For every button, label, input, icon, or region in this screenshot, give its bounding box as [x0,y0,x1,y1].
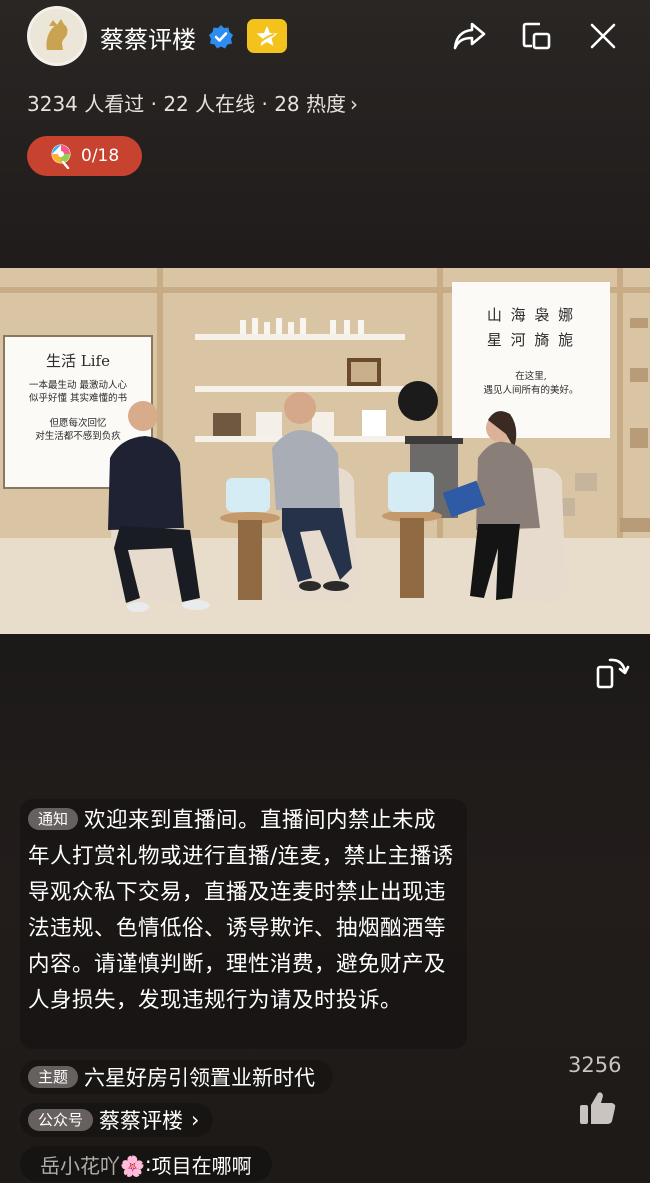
notice-body: 通知 欢迎来到直播间。直播间内禁止未成年人打赏礼物或进行直播/连麦，禁止主播诱导观… [28,803,458,1019]
right-board-line2: 遇见人间所有的美好。 [483,385,579,396]
live-header: 蔡蔡评楼 [0,0,650,72]
right-board-title2: 星 河 旖 旎 [486,331,576,349]
host-name[interactable]: 蔡蔡评楼 [100,20,196,55]
comment-item[interactable]: 岳小花吖🌸 : 项目在哪啊 [20,1146,272,1182]
rotate-screen-icon[interactable] [594,654,630,690]
stats-chevron-icon: › [350,92,359,116]
close-icon [590,23,616,49]
live-stats[interactable]: 3234 人看过 · 22 人在线 · 28 热度 › [27,88,358,117]
host-avatar[interactable] [27,6,87,66]
like-count: 3256 [568,1053,622,1077]
comment-text: 项目在哪啊 [151,1153,252,1178]
live-video[interactable]: 生活 Life 一本最生动 最激动人心 似乎好懂 其实难懂的书 但愿每次回忆 对… [0,268,650,634]
verified-check-icon [209,25,233,49]
close-button[interactable] [584,17,622,55]
star-badge-icon[interactable] [247,19,287,53]
account-name: 蔡蔡评楼 [99,1109,184,1133]
float-window-button[interactable] [517,17,555,55]
comment-user[interactable]: 岳小花吖🌸 [40,1150,145,1179]
lollipop-icon [51,144,71,169]
left-board-title: 生活 Life [46,352,110,370]
notice-text: 欢迎来到直播间。直播间内禁止未成年人打赏礼物或进行直播/连麦，禁止主播诱导观众私… [28,808,454,1013]
share-icon [453,22,486,50]
host-logo-icon [30,9,84,63]
notice-tag: 通知 [28,808,79,830]
official-account-row[interactable]: 公众号 蔡蔡评楼 › [20,1103,214,1137]
left-board-line4: 对生活都不感到负疚 [35,431,121,442]
account-chevron-icon: › [191,1108,200,1132]
topic-tag: 主题 [28,1066,79,1088]
share-button[interactable] [451,17,489,55]
left-board: 生活 Life 一本最生动 最激动人心 似乎好懂 其实难懂的书 但愿每次回忆 对… [4,336,152,443]
gift-count: 0/18 [81,146,120,166]
thumbs-up-icon[interactable] [578,1090,618,1126]
gift-progress-pill[interactable]: 0/18 [27,136,142,176]
right-board-title1: 山 海 袅 娜 [486,306,576,324]
float-window-icon [522,22,551,50]
left-board-line3: 但愿每次回忆 [49,418,107,429]
comment-separator: : [144,1152,152,1176]
topic-text: 六星好房引领置业新时代 [84,1066,316,1090]
system-notice: 通知 欢迎来到直播间。直播间内禁止未成年人打赏礼物或进行直播/连麦，禁止主播诱导观… [20,799,467,1049]
topic-row[interactable]: 主题 六星好房引领置业新时代 [20,1060,334,1094]
left-board-line2: 似乎好懂 其实难懂的书 [28,393,128,404]
account-tag: 公众号 [28,1109,94,1131]
left-board-line1: 一本最生动 最激动人心 [28,380,128,391]
stats-text: 3234 人看过 · 22 人在线 · 28 热度 [27,92,347,116]
right-board: 山 海 袅 娜 星 河 旖 旎 在这里, 遇见人间所有的美好。 [452,282,610,396]
right-board-line1: 在这里, [515,371,547,382]
